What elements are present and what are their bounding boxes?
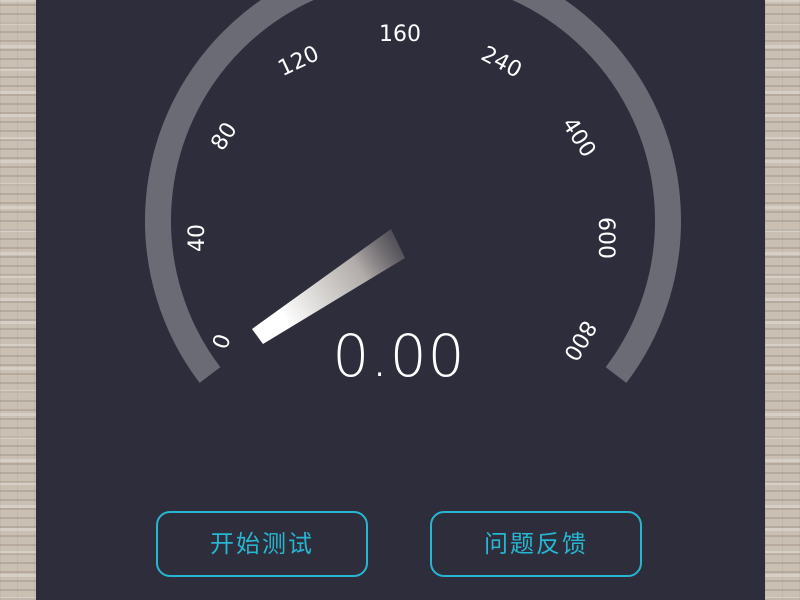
speed-reading: 0.00: [332, 322, 465, 390]
scale-label-40: 40: [185, 224, 210, 252]
gauge-track: [145, 0, 681, 383]
scale-label-800: 800: [558, 316, 601, 365]
speedometer-gauge: 0 40 80 120 160 240 400 600 800 0.00: [145, 0, 681, 390]
scale-label-120: 120: [274, 41, 323, 81]
speedtest-screen: 0 40 80 120 160 240 400 600 800 0.00 开始测…: [36, 0, 765, 600]
scale-label-240: 240: [477, 42, 526, 84]
wood-background-left: [0, 0, 36, 600]
scale-label-600: 600: [593, 217, 618, 259]
scale-label-0: 0: [208, 331, 236, 353]
start-test-button[interactable]: 开始测试: [156, 511, 368, 577]
feedback-button[interactable]: 问题反馈: [430, 511, 642, 577]
scale-label-400: 400: [556, 113, 600, 162]
wood-background-right: [765, 0, 800, 600]
scale-label-80: 80: [206, 118, 242, 155]
gauge-scale: 0 40 80 120 160 240 400 600 800: [185, 22, 618, 365]
scale-label-160: 160: [379, 22, 421, 47]
